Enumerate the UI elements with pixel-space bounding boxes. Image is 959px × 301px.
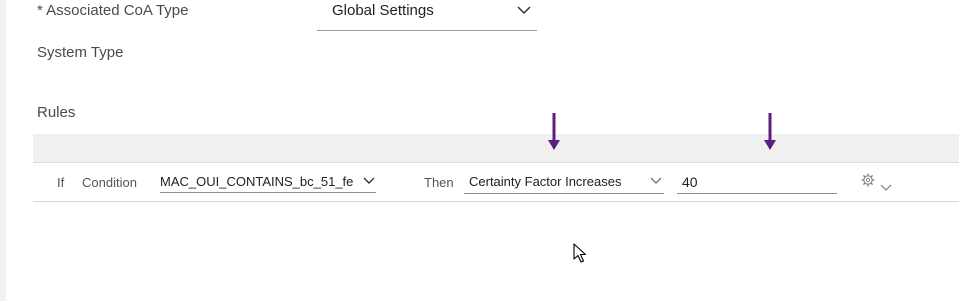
if-label: If — [57, 175, 65, 190]
chevron-down-icon — [517, 5, 531, 15]
coa-type-value: Global Settings — [332, 2, 434, 19]
mouse-cursor-icon — [573, 243, 587, 268]
condition-value: MAC_OUI_CONTAINS_bc_51_fe — [160, 174, 354, 189]
condition-label: Condition — [82, 175, 137, 190]
left-border — [0, 0, 6, 301]
then-label: Then — [424, 175, 454, 190]
coa-type-label: * Associated CoA Type — [37, 2, 189, 19]
chevron-down-icon — [650, 177, 662, 185]
certainty-factor-input[interactable] — [677, 171, 837, 194]
chevron-down-icon — [363, 177, 375, 185]
gear-icon[interactable] — [861, 173, 875, 192]
then-select[interactable]: Certainty Factor Increases — [464, 171, 664, 194]
then-value: Certainty Factor Increases — [469, 174, 622, 189]
condition-select[interactable]: MAC_OUI_CONTAINS_bc_51_fe — [160, 171, 376, 193]
rule-row: If Condition MAC_OUI_CONTAINS_bc_51_fe T… — [33, 163, 959, 202]
chevron-down-icon[interactable] — [880, 179, 892, 197]
rules-label: Rules — [37, 104, 76, 121]
system-type-label: System Type — [37, 44, 124, 61]
arrow-down-icon — [763, 113, 777, 156]
arrow-down-icon — [547, 113, 561, 156]
coa-type-select[interactable]: Global Settings — [317, 0, 537, 31]
rules-table-header — [33, 134, 959, 163]
